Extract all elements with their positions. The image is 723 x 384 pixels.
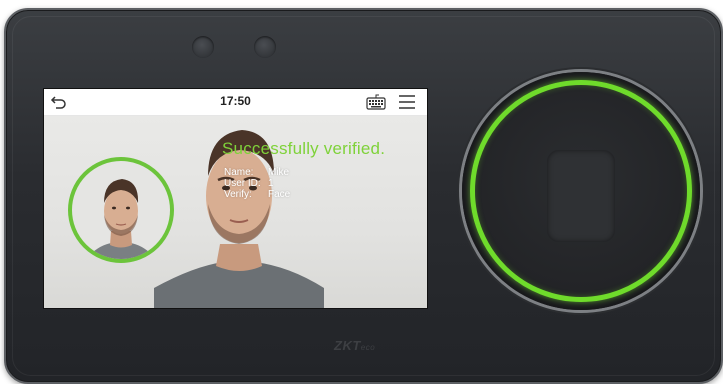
- keyboard-icon[interactable]: [366, 94, 386, 110]
- brand-logo-main: ZKT: [334, 338, 361, 353]
- enrolled-photo-ring: [68, 157, 174, 263]
- card-swipe-area: [547, 150, 615, 242]
- info-row-name: Name: Mike: [224, 167, 290, 178]
- stage: 17:50 Successfully verified. Name: Mike …: [0, 0, 723, 384]
- info-label-name: Name:: [224, 167, 254, 178]
- enrolled-face-avatar: [86, 179, 156, 259]
- camera-lens-right: [254, 36, 276, 58]
- verification-success-message: Successfully verified.: [222, 139, 386, 158]
- status-bar: 17:50: [44, 89, 427, 116]
- info-row-verify: Verify: Face: [224, 189, 290, 200]
- card-reader: [462, 72, 700, 310]
- camera-view: Successfully verified. Name: Mike User ID…: [44, 116, 427, 308]
- info-value-user-id: 1: [268, 178, 274, 189]
- user-info-panel: Name: Mike User ID: 1 Verify: Face: [224, 167, 290, 200]
- menu-icon[interactable]: [398, 94, 416, 110]
- brand-logo-sub: eco: [360, 343, 376, 352]
- display-screen: 17:50 Successfully verified. Name: Mike …: [43, 88, 428, 309]
- info-value-verify: Face: [268, 189, 291, 200]
- info-row-user-id: User ID: 1: [224, 178, 290, 189]
- info-label-user-id: User ID:: [224, 178, 261, 189]
- info-value-name: Mike: [268, 167, 290, 178]
- info-label-verify: Verify:: [224, 189, 252, 200]
- brand-logo: ZKTeco: [334, 338, 375, 353]
- camera-lens-left: [192, 36, 214, 58]
